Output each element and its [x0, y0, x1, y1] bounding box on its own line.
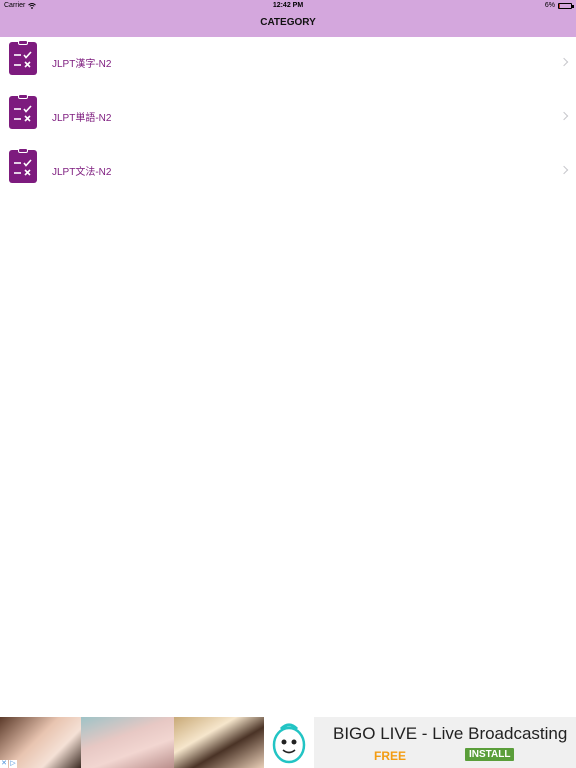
adchoices-icon[interactable]: ▷ — [9, 760, 17, 768]
checklist-icon — [9, 148, 37, 183]
category-item-label: JLPT漢字-N2 — [52, 59, 112, 70]
category-item-label: JLPT文法-N2 — [52, 167, 112, 178]
close-icon[interactable]: ✕ — [0, 760, 8, 768]
ad-choices[interactable]: ✕ ▷ — [0, 760, 17, 768]
chevron-right-icon — [559, 165, 569, 175]
category-item-kanji[interactable]: JLPT漢字-N2 — [0, 37, 576, 91]
ad-banner[interactable]: BIGO LIVE - Live Broadcasting FREE INSTA… — [0, 717, 576, 768]
page-title: CATEGORY — [260, 17, 316, 28]
category-item-grammar[interactable]: JLPT文法-N2 — [0, 145, 576, 199]
category-list: JLPT漢字-N2 JLPT単語-N2 JLPT文法-N2 — [0, 37, 576, 199]
status-bar: Carrier 12:42 PM 6% — [0, 0, 576, 12]
status-time: 12:42 PM — [272, 2, 304, 9]
status-right: 6% — [544, 2, 574, 9]
ad-photo — [81, 717, 174, 768]
battery-icon — [558, 2, 574, 9]
checklist-icon — [9, 40, 37, 75]
ad-photo — [174, 717, 264, 768]
ad-title: BIGO LIVE - Live Broadcasting — [333, 724, 568, 743]
category-item-vocabulary[interactable]: JLPT単語-N2 — [0, 91, 576, 145]
header: Carrier 12:42 PM 6% CATEGORY — [0, 0, 576, 37]
bigo-mascot-icon — [264, 717, 314, 768]
checklist-icon — [9, 94, 37, 129]
chevron-right-icon — [559, 57, 569, 67]
screen: Carrier 12:42 PM 6% CATEGORY JLPT漢字-N2 J… — [0, 0, 576, 768]
battery-level-fill — [559, 3, 560, 8]
ad-install-button[interactable]: INSTALL — [465, 748, 515, 761]
ad-free-label: FREE — [374, 749, 407, 763]
chevron-right-icon — [559, 111, 569, 121]
battery-percent: 6% — [544, 2, 555, 9]
category-item-label: JLPT単語-N2 — [52, 113, 112, 124]
